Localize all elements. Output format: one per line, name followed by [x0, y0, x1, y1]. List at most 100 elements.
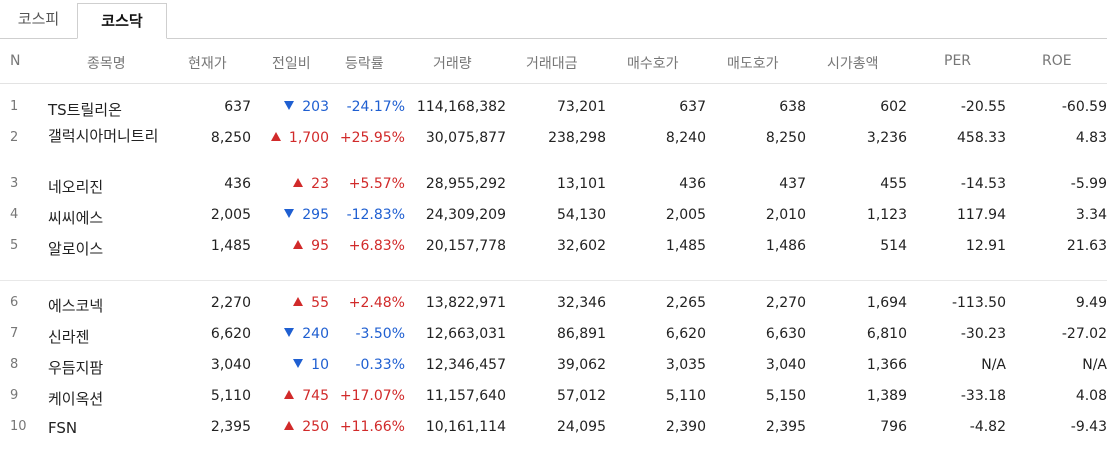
table-row[interactable]: 7 신라젠 6,620 240 -3.50% 12,663,031 86,891 6,620 6…: [0, 319, 1107, 350]
bid-price: 5,110: [665, 388, 706, 404]
header-market-cap[interactable]: 시가총액: [827, 53, 879, 73]
row-number: 5: [10, 238, 19, 253]
current-price: 1,485: [210, 238, 251, 254]
bid-price: 3,035: [665, 357, 706, 373]
up-arrow-icon: [293, 297, 304, 306]
tab-kospi[interactable]: 코스피: [0, 0, 77, 38]
market-cap: 602: [880, 99, 907, 115]
down-arrow-icon: [284, 209, 295, 218]
roe-value: 4.83: [1075, 130, 1107, 146]
bid-price: 8,240: [665, 130, 706, 146]
current-price: 3,040: [210, 357, 251, 373]
per-value: 12.91: [965, 238, 1006, 254]
trade-amount: 39,062: [557, 357, 606, 373]
trade-amount: 73,201: [557, 99, 606, 115]
row-number: 3: [10, 176, 19, 191]
change-rate: +25.95%: [339, 130, 405, 146]
volume: 12,663,031: [425, 326, 506, 342]
up-arrow-icon: [284, 421, 295, 430]
table-row[interactable]: 1 TS트릴리온 637 203 -24.17% 114,168,382 73,201 637…: [0, 92, 1107, 123]
roe-value: 21.63: [1066, 238, 1107, 254]
roe-value: -27.02: [1061, 326, 1107, 342]
volume: 10,161,114: [425, 419, 506, 435]
ask-price: 2,395: [765, 419, 806, 435]
stock-ranking-table: N 종목명 현재가 전일비 등락률 거래량 거래대금 매수호가 매도호가 시가총…: [0, 39, 1107, 443]
change-value: 203: [284, 99, 329, 115]
header-price[interactable]: 현재가: [188, 53, 227, 73]
change-rate: -12.83%: [346, 207, 405, 223]
per-value: -4.82: [969, 419, 1006, 435]
volume: 24,309,209: [425, 207, 506, 223]
table-row[interactable]: 3 네오리진 436 23 +5.57% 28,955,292 13,101 436 437 45…: [0, 169, 1107, 200]
current-price: 436: [224, 176, 251, 192]
table-top-gap: [0, 84, 1107, 92]
stock-name-link[interactable]: FSN: [48, 419, 77, 437]
change-rate: +17.07%: [339, 388, 405, 404]
row-number: 8: [10, 357, 19, 372]
trade-amount: 54,130: [557, 207, 606, 223]
stock-name-link[interactable]: 신라젠: [48, 326, 89, 347]
ask-price: 437: [779, 176, 806, 192]
stock-name-link[interactable]: 알로이스: [48, 238, 103, 259]
table-row[interactable]: 10 FSN 2,395 250 +11.66% 10,161,114 24,095 2,39…: [0, 412, 1107, 443]
current-price: 2,270: [210, 295, 251, 311]
stock-name-link[interactable]: 갤럭시아머니트리: [48, 125, 176, 147]
header-per[interactable]: PER: [944, 53, 971, 69]
table-row[interactable]: 2 갤럭시아머니트리 8,250 1,700 +25.95% 30,075,877 238,…: [0, 123, 1107, 169]
table-row[interactable]: 4 씨씨에스 2,005 295 -12.83% 24,309,209 54,130 2,00…: [0, 200, 1107, 231]
table-row[interactable]: 5 알로이스 1,485 95 +6.83% 20,157,778 32,602 1,485 1…: [0, 231, 1107, 262]
bid-price: 2,390: [665, 419, 706, 435]
market-cap: 1,694: [866, 295, 907, 311]
header-rate[interactable]: 등락률: [345, 53, 384, 73]
table-row[interactable]: 9 케이옥션 5,110 745 +17.07% 11,157,640 57,012 5,11…: [0, 381, 1107, 412]
current-price: 6,620: [210, 326, 251, 342]
stock-name-link[interactable]: 케이옥션: [48, 388, 103, 409]
change-value: 1,700: [270, 130, 329, 146]
change-amount: 1,700: [288, 130, 329, 146]
change-value: 55: [293, 295, 329, 311]
change-amount: 95: [311, 238, 329, 254]
row-number: 2: [10, 130, 19, 145]
change-rate: +6.83%: [348, 238, 405, 254]
change-value: 10: [293, 357, 329, 373]
header-amount[interactable]: 거래대금: [526, 53, 578, 73]
market-tab-bar: 코스피 코스닥: [0, 0, 1107, 39]
per-value: -113.50: [951, 295, 1006, 311]
market-cap: 796: [880, 419, 907, 435]
header-change[interactable]: 전일비: [272, 53, 311, 73]
roe-value: -5.99: [1070, 176, 1107, 192]
stock-name-link[interactable]: 우듬지팜: [48, 357, 103, 378]
header-roe[interactable]: ROE: [1042, 53, 1072, 69]
current-price: 5,110: [210, 388, 251, 404]
bid-price: 637: [679, 99, 706, 115]
change-value: 295: [284, 207, 329, 223]
stock-name-link[interactable]: TS트릴리온: [48, 99, 122, 120]
stock-name-link[interactable]: 에스코넥: [48, 295, 103, 316]
stock-name-link[interactable]: 네오리진: [48, 176, 103, 197]
stock-name-link[interactable]: 씨씨에스: [48, 207, 103, 228]
current-price: 2,395: [210, 419, 251, 435]
roe-value: -60.59: [1061, 99, 1107, 115]
change-value: 240: [284, 326, 329, 342]
ask-price: 2,270: [765, 295, 806, 311]
volume: 28,955,292: [425, 176, 506, 192]
header-name[interactable]: 종목명: [87, 53, 126, 73]
market-cap: 455: [880, 176, 907, 192]
market-cap: 3,236: [866, 130, 907, 146]
table-row[interactable]: 8 우듬지팜 3,040 10 -0.33% 12,346,457 39,062 3,035 3…: [0, 350, 1107, 381]
header-bid[interactable]: 매수호가: [627, 53, 679, 73]
header-volume[interactable]: 거래량: [433, 53, 472, 73]
per-value: 117.94: [957, 207, 1006, 223]
table-row[interactable]: 6 에스코넥 2,270 55 +2.48% 13,822,971 32,346 2,265 2…: [0, 288, 1107, 319]
roe-value: 9.49: [1075, 295, 1107, 311]
ask-price: 5,150: [765, 388, 806, 404]
change-rate: -0.33%: [355, 357, 405, 373]
change-amount: 10: [311, 357, 329, 373]
bid-price: 6,620: [665, 326, 706, 342]
tab-kosdaq[interactable]: 코스닥: [77, 3, 167, 39]
bid-price: 436: [679, 176, 706, 192]
header-ask[interactable]: 매도호가: [727, 53, 779, 73]
roe-value: 3.34: [1075, 207, 1107, 223]
change-value: 745: [284, 388, 329, 404]
group-divider: [0, 262, 1107, 281]
